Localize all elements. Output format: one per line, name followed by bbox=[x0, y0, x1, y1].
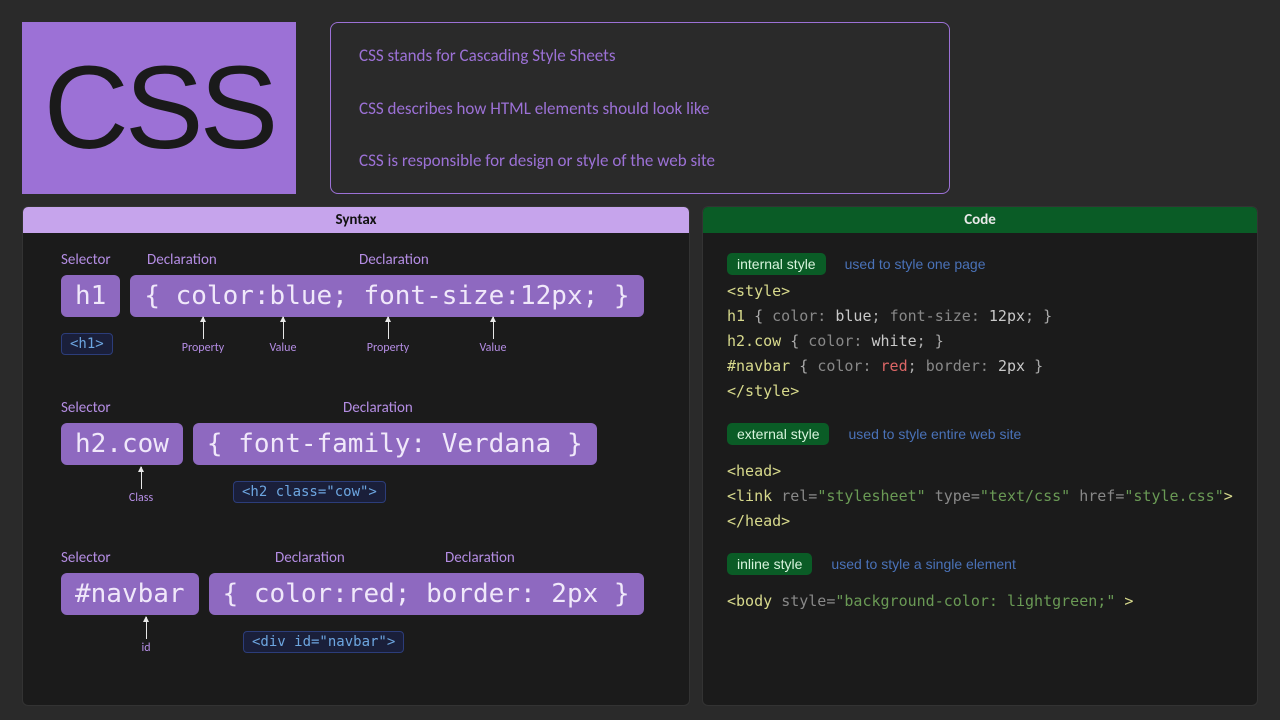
code-body: internal style used to style one page <s… bbox=[703, 233, 1257, 637]
code-panel: Code internal style used to style one pa… bbox=[702, 206, 1258, 706]
arrow-up-icon: id bbox=[121, 617, 171, 655]
intro-line: CSS describes how HTML elements should l… bbox=[359, 98, 921, 119]
inline-style-badge: inline style bbox=[727, 553, 812, 575]
code-line: h1 { color: blue; font-size: 12px; } bbox=[727, 307, 1233, 325]
selector-chip: h1 bbox=[61, 275, 120, 317]
arrow-up-icon: Value bbox=[453, 317, 533, 355]
intro-line: CSS is responsible for design or style o… bbox=[359, 150, 921, 171]
html-tag: <h2 class="cow"> bbox=[233, 481, 386, 503]
arrow-up-icon: Class bbox=[111, 467, 171, 505]
internal-style-badge: internal style bbox=[727, 253, 826, 275]
declaration-chip: { color:blue; font-size:12px; } bbox=[130, 275, 643, 317]
code-body-line: <body style="background-color: lightgree… bbox=[727, 592, 1233, 610]
code-panel-title: Code bbox=[703, 207, 1257, 233]
label-declaration: Declaration bbox=[343, 399, 515, 417]
intro-box: CSS stands for Cascading Style Sheets CS… bbox=[330, 22, 950, 194]
arrow-up-icon: Value bbox=[243, 317, 323, 355]
selector-chip: h2.cow bbox=[61, 423, 183, 465]
label-declaration: Declaration bbox=[445, 549, 515, 567]
code-line: #navbar { color: red; border: 2px } bbox=[727, 357, 1233, 375]
internal-style-desc: used to style one page bbox=[845, 256, 986, 272]
label-selector: Selector bbox=[61, 251, 147, 269]
intro-line: CSS stands for Cascading Style Sheets bbox=[359, 45, 921, 66]
label-declaration: Declaration bbox=[275, 549, 445, 567]
code-head-open: <head> bbox=[727, 462, 781, 480]
html-tag: <h1> bbox=[61, 333, 113, 355]
external-style-desc: used to style entire web site bbox=[849, 426, 1022, 442]
html-tag: <div id="navbar"> bbox=[243, 631, 404, 653]
declaration-chip: { color:red; border: 2px } bbox=[209, 573, 644, 615]
code-link-line: <link rel="stylesheet" type="text/css" h… bbox=[727, 487, 1233, 505]
syntax-panel: Syntax Selector Declaration Declaration … bbox=[22, 206, 690, 706]
syntax-row: Selector Declaration Declaration #navbar… bbox=[61, 549, 657, 655]
css-logo: CSS bbox=[22, 22, 296, 194]
label-selector: Selector bbox=[61, 549, 215, 567]
arrow-up-icon: Property bbox=[323, 317, 453, 355]
code-style-open: <style> bbox=[727, 282, 790, 300]
external-style-badge: external style bbox=[727, 423, 829, 445]
declaration-chip: { font-family: Verdana } bbox=[193, 423, 597, 465]
code-line: h2.cow { color: white; } bbox=[727, 332, 1233, 350]
css-logo-text: CSS bbox=[44, 40, 275, 176]
syntax-row: Selector Declaration Declaration h1 { co… bbox=[61, 251, 657, 355]
inline-style-desc: used to style a single element bbox=[831, 556, 1015, 572]
selector-chip: #navbar bbox=[61, 573, 199, 615]
arrow-up-icon: Property bbox=[163, 317, 243, 355]
label-declaration: Declaration bbox=[359, 251, 429, 269]
code-head-close: </head> bbox=[727, 512, 790, 530]
label-selector: Selector bbox=[61, 399, 215, 417]
label-declaration: Declaration bbox=[147, 251, 359, 269]
code-style-close: </style> bbox=[727, 382, 799, 400]
syntax-row: Selector Declaration h2.cow { font-famil… bbox=[61, 399, 657, 505]
syntax-panel-title: Syntax bbox=[23, 207, 689, 233]
